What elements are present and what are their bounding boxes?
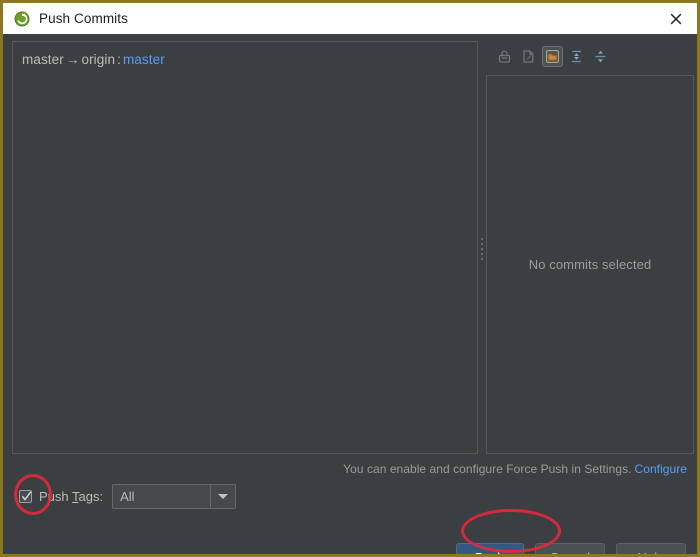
content-area: master → origin: master No commits selec… <box>12 41 694 454</box>
push-button[interactable]: Push <box>455 543 524 554</box>
configure-link[interactable]: Configure <box>635 462 687 476</box>
splitter-grip-icon <box>480 238 484 260</box>
arrow-icon: → <box>65 52 80 67</box>
push-tags-combobox-value: All <box>120 488 135 504</box>
push-tags-label[interactable]: Push Tags: <box>39 489 103 504</box>
force-push-hint-text: You can enable and configure Force Push … <box>343 462 632 476</box>
group-by-directory-icon[interactable] <box>542 45 563 67</box>
options-row: Push Tags: All <box>19 483 237 509</box>
source-branch-label: master <box>22 52 64 67</box>
panel-splitter[interactable] <box>478 41 486 454</box>
collapse-all-icon[interactable] <box>590 46 611 67</box>
show-diff-icon[interactable] <box>494 46 515 67</box>
no-commits-selected-label: No commits selected <box>528 257 652 272</box>
chevron-down-icon[interactable] <box>210 484 235 508</box>
force-push-hint: You can enable and configure Force Push … <box>343 462 687 476</box>
target-branch-link[interactable]: master <box>123 52 165 67</box>
push-commits-dialog: Push Commits master → origin: master No … <box>0 0 700 557</box>
window-title: Push Commits <box>39 11 128 26</box>
dialog-button-row: Push Cancel Help <box>445 543 686 554</box>
title-bar: Push Commits <box>3 3 697 34</box>
commit-details-panel: No commits selected <box>486 41 694 454</box>
push-tags-checkbox[interactable] <box>19 489 32 503</box>
push-tags-combobox[interactable]: All <box>112 483 237 509</box>
push-spec-row[interactable]: master → origin: master <box>13 42 477 67</box>
push-commits-icon <box>14 11 30 27</box>
remote-label: origin <box>81 52 116 67</box>
commit-list-panel[interactable]: master → origin: master <box>12 41 478 454</box>
details-toolbar <box>486 41 694 71</box>
checkmark-icon <box>21 490 32 501</box>
close-icon[interactable] <box>661 6 691 32</box>
help-button[interactable]: Help <box>616 543 686 554</box>
separator-label: : <box>117 52 121 67</box>
cancel-button[interactable]: Cancel <box>534 543 605 554</box>
edit-source-icon[interactable] <box>518 46 539 67</box>
dialog-body: master → origin: master No commits selec… <box>3 34 697 554</box>
expand-all-icon[interactable] <box>566 46 587 67</box>
commit-details-view: No commits selected <box>486 75 694 454</box>
